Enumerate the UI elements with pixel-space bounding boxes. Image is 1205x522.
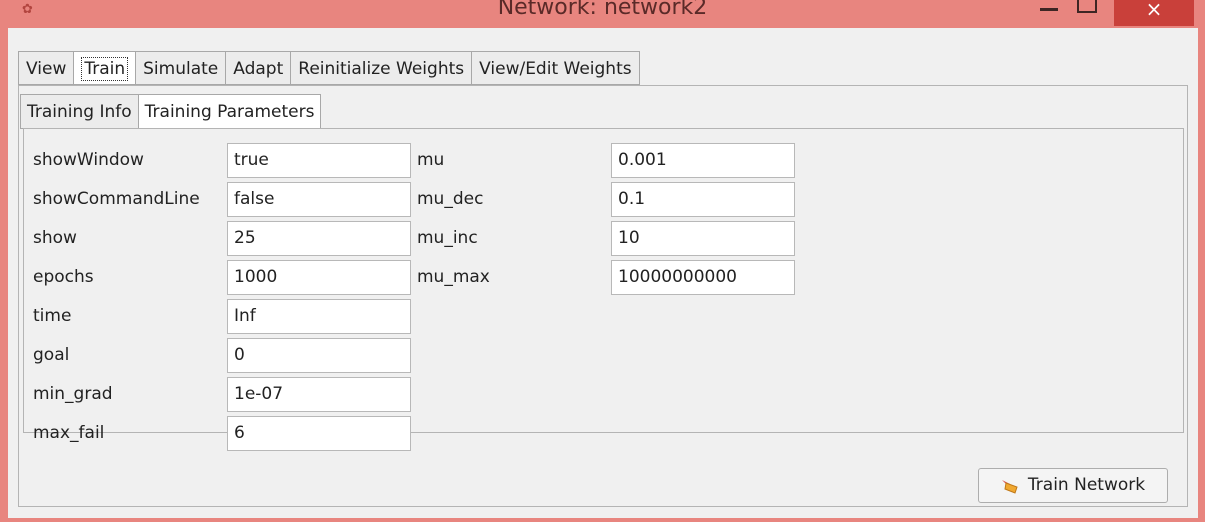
title-bar: ✿ Network: network2 × bbox=[0, 0, 1205, 28]
train-network-icon bbox=[1001, 479, 1018, 494]
tab-view[interactable]: View bbox=[18, 51, 74, 85]
param-field-mu-inc[interactable]: 10 bbox=[611, 221, 795, 256]
param-label-time: time bbox=[33, 306, 72, 326]
param-field-show[interactable]: 25 bbox=[227, 221, 411, 256]
param-label-showwindow: showWindow bbox=[33, 150, 144, 170]
param-field-goal[interactable]: 0 bbox=[227, 338, 411, 373]
param-label-mu-max: mu_max bbox=[417, 267, 490, 287]
param-field-mu-max[interactable]: 10000000000 bbox=[611, 260, 795, 295]
param-label-mu-dec: mu_dec bbox=[417, 189, 484, 209]
param-label-epochs: epochs bbox=[33, 267, 94, 287]
param-label-max-fail: max_fail bbox=[33, 423, 105, 443]
param-label-show: show bbox=[33, 228, 77, 248]
train-network-button[interactable]: Train Network bbox=[978, 468, 1168, 503]
param-label-mu-inc: mu_inc bbox=[417, 228, 478, 248]
param-field-time[interactable]: Inf bbox=[227, 299, 411, 334]
param-label-min-grad: min_grad bbox=[33, 384, 113, 404]
tab-train-label: Train bbox=[81, 57, 129, 81]
param-label-showcommandline: showCommandLine bbox=[33, 189, 200, 209]
param-field-epochs[interactable]: 1000 bbox=[227, 260, 411, 295]
tab-view-edit-weights[interactable]: View/Edit Weights bbox=[471, 51, 640, 85]
param-label-mu: mu bbox=[417, 150, 445, 170]
minimize-button[interactable] bbox=[1040, 8, 1058, 11]
maximize-button[interactable] bbox=[1077, 0, 1097, 13]
train-tab-panel: Training Info Training Parameters showWi… bbox=[18, 85, 1188, 507]
param-field-min-grad[interactable]: 1e-07 bbox=[227, 377, 411, 412]
tab-simulate[interactable]: Simulate bbox=[135, 51, 226, 85]
tab-reinitialize-weights[interactable]: Reinitialize Weights bbox=[290, 51, 472, 85]
close-icon: × bbox=[1145, 0, 1163, 21]
close-button[interactable]: × bbox=[1114, 0, 1194, 26]
window-client-area: View Train Simulate Adapt Reinitialize W… bbox=[8, 28, 1198, 518]
training-parameters-panel: showWindow showCommandLine show epochs t… bbox=[23, 128, 1184, 451]
train-network-label: Train Network bbox=[1027, 475, 1146, 495]
param-field-showcommandline[interactable]: false bbox=[227, 182, 411, 217]
param-label-goal: goal bbox=[33, 345, 70, 365]
param-field-mu-dec[interactable]: 0.1 bbox=[611, 182, 795, 217]
param-field-showwindow[interactable]: true bbox=[227, 143, 411, 178]
tab-training-parameters[interactable]: Training Parameters bbox=[137, 94, 322, 131]
tab-training-info[interactable]: Training Info bbox=[20, 94, 138, 129]
sub-tab-bar: Training Info Training Parameters bbox=[20, 94, 322, 131]
main-tab-bar: View Train Simulate Adapt Reinitialize W… bbox=[18, 51, 640, 85]
param-field-max-fail[interactable]: 6 bbox=[227, 416, 411, 451]
window-title: Network: network2 bbox=[497, 0, 708, 20]
tab-train[interactable]: Train bbox=[73, 51, 136, 85]
tab-adapt[interactable]: Adapt bbox=[225, 51, 291, 85]
param-field-mu[interactable]: 0.001 bbox=[611, 143, 795, 178]
